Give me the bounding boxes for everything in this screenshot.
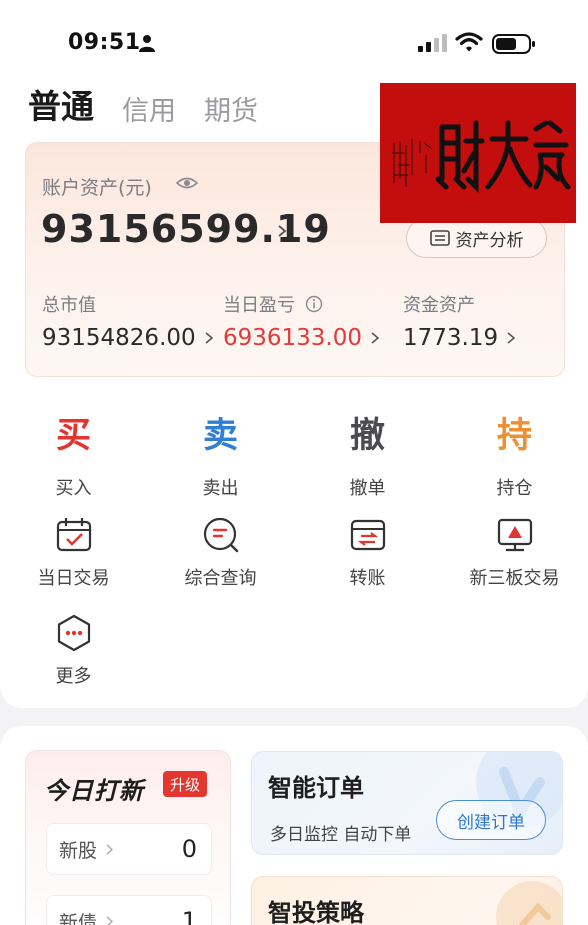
chevron-right-icon <box>106 915 114 925</box>
upgrade-badge[interactable]: 升级 <box>163 771 207 797</box>
smart-order-title: 智能订单 <box>268 774 364 802</box>
new-stock-label: 新股 <box>59 839 98 862</box>
new-stock-row[interactable]: 新股 0 <box>46 823 212 875</box>
calligraphy-image <box>392 120 571 194</box>
analysis-icon <box>429 230 450 246</box>
cancel-order-label: 撤单 <box>349 478 386 499</box>
cancel-order-button[interactable]: 撤 撤单 <box>294 414 441 500</box>
chevron-right-icon[interactable] <box>276 223 288 239</box>
buy-label: 买入 <box>55 478 92 499</box>
smart-strategy-title: 智投策略 <box>268 899 364 925</box>
positions-icon: 持 <box>496 416 532 456</box>
metric-cash-assets[interactable]: 资金资产 1773.19 <box>403 291 516 351</box>
chevron-right-icon <box>106 843 114 855</box>
cancel-order-icon: 撤 <box>349 416 385 456</box>
tab-normal[interactable]: 普通 <box>28 80 94 128</box>
smart-strategy-card[interactable]: 智投策略 <box>251 876 563 925</box>
account-type-tabs: 普通 信用 期货 <box>28 82 286 128</box>
more-button[interactable]: 更多 <box>0 614 147 688</box>
more-label: 更多 <box>55 666 92 687</box>
query-button[interactable]: 综合查询 <box>147 516 294 590</box>
metric-market-value[interactable]: 总市值 93154826.00 <box>42 291 214 351</box>
status-time: 09:51 <box>68 30 141 55</box>
positions-button[interactable]: 持 持仓 <box>441 414 588 500</box>
presentation-icon <box>497 518 532 552</box>
buy-button[interactable]: 买 买入 <box>0 414 147 500</box>
person-icon <box>139 35 155 52</box>
info-icon[interactable] <box>305 295 323 313</box>
wifi-icon <box>455 32 483 52</box>
ipo-card[interactable]: 今日打新 升级 新股 0 新债 1 <box>25 750 231 925</box>
new-bond-row[interactable]: 新债 1 <box>46 895 212 925</box>
new-bond-label: 新债 <box>59 911 98 925</box>
neeq-trade-button[interactable]: 新三板交易 <box>441 516 588 590</box>
neeq-trade-label: 新三板交易 <box>469 568 560 589</box>
today-trades-button[interactable]: 当日交易 <box>0 516 147 590</box>
metric-value: 93154826.00 <box>42 325 196 351</box>
smart-strategy-decoration-icon <box>496 881 562 925</box>
metric-label: 资金资产 <box>403 295 475 316</box>
search-query-icon <box>203 517 238 553</box>
transfer-button[interactable]: 转账 <box>294 516 441 590</box>
eye-icon[interactable] <box>176 174 198 192</box>
status-bar: 09:51 <box>0 0 588 80</box>
create-order-button[interactable]: 创建订单 <box>436 800 546 840</box>
smart-order-subtitle: 多日监控 自动下单 <box>270 825 412 845</box>
query-label: 综合查询 <box>184 568 257 589</box>
battery-icon <box>492 34 535 54</box>
metric-daily-pnl[interactable]: 当日盈亏 6936133.00 <box>223 291 380 351</box>
new-bond-count: 1 <box>181 907 197 925</box>
chevron-right-icon <box>507 332 516 344</box>
calendar-icon <box>56 518 91 552</box>
signal-icon <box>418 34 447 52</box>
sell-icon: 卖 <box>202 416 238 456</box>
new-stock-count: 0 <box>181 835 197 863</box>
more-dots-icon <box>57 614 90 652</box>
smart-order-card[interactable]: 智能订单 多日监控 自动下单 创建订单 <box>251 751 563 855</box>
calligraphy-stamp <box>380 83 576 223</box>
metric-label: 当日盈亏 <box>223 295 295 316</box>
asset-analysis-button[interactable]: 资产分析 <box>406 218 547 258</box>
chevron-right-icon <box>205 332 213 344</box>
metric-value: 1773.19 <box>403 325 499 351</box>
ipo-title: 今日打新 <box>44 777 144 805</box>
metric-value: 6936133.00 <box>223 325 363 351</box>
buy-icon: 买 <box>55 416 91 456</box>
sell-button[interactable]: 卖 卖出 <box>147 414 294 500</box>
asset-analysis-label: 资产分析 <box>455 230 524 251</box>
metric-label: 总市值 <box>42 295 96 316</box>
transfer-label: 转账 <box>349 568 386 589</box>
asset-label: 账户资产(元) <box>42 177 152 199</box>
tab-credit[interactable]: 信用 <box>122 89 176 128</box>
transfer-icon <box>350 519 385 551</box>
chevron-right-icon <box>371 332 380 344</box>
positions-label: 持仓 <box>496 478 533 499</box>
sell-label: 卖出 <box>202 478 239 499</box>
today-trades-label: 当日交易 <box>37 568 110 589</box>
tab-futures[interactable]: 期货 <box>204 89 258 128</box>
